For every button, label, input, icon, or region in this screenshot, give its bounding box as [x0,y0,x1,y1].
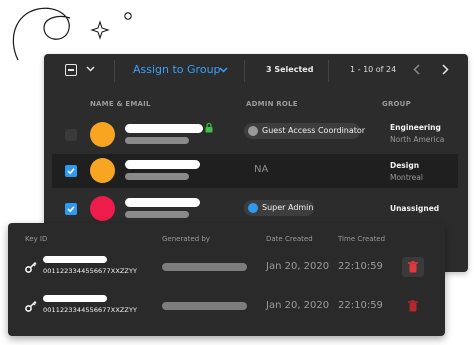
key-name-redacted [43,256,107,263]
header-time-created: Time Created [338,235,386,243]
header-generated-by: Generated by [162,235,210,243]
api-keys-card: Key ID Generated by Date Created Time Cr… [8,223,445,336]
role-badge: Super Admin [244,200,314,216]
assign-label: Assign to Group [133,63,221,76]
user-email-redacted [125,137,189,144]
assign-chevron-down-icon[interactable] [219,67,228,73]
role-dot-icon [248,126,258,136]
checkmark-icon [67,168,75,175]
header-group: GROUP [382,100,411,108]
role-label: NA [254,164,269,175]
generated-by-redacted [162,302,247,310]
group-name: Design [390,161,420,170]
role-dot-icon [248,203,258,213]
avatar [90,158,115,183]
time-created: 22:10:59 [338,261,383,272]
role-label: Guest Access Coordinator [262,126,366,135]
group-location: Montreal [390,173,423,182]
role-badge: Guest Access Coordinator [244,123,365,139]
header-date-created: Date Created [266,235,313,243]
delete-key-button[interactable] [402,296,424,316]
sparkle-icon [90,20,110,40]
toolbar-divider [328,60,329,82]
key-name-redacted [43,295,107,302]
trash-icon [408,300,418,312]
delete-key-button[interactable] [402,257,424,277]
toolbar-divider [114,60,115,82]
header-key-id: Key ID [25,235,48,243]
user-name-redacted [125,160,200,169]
group-name: Unassigned [390,204,440,213]
avatar [90,122,115,147]
user-name-redacted [125,124,203,133]
trash-icon [408,261,418,273]
generated-by-redacted [162,263,247,271]
table-row[interactable]: Super Admin Unassigned [52,192,458,226]
header-name-email: NAME & EMAIL [90,100,151,108]
key-icon [25,300,37,312]
pagination-label: 1 - 10 of 24 [350,65,397,74]
chevron-left-icon[interactable] [413,64,420,75]
toolbar: Assign to Group 3 Selected 1 - 10 of 24 [44,54,468,86]
chevron-right-icon[interactable] [442,64,449,75]
group-location: North America [390,135,445,144]
user-name-redacted [125,198,200,207]
avatar [90,196,115,221]
header-admin-role: ADMIN ROLE [246,100,298,108]
chevron-down-icon[interactable] [86,66,95,72]
role-label: Super Admin [262,203,314,212]
checkmark-icon [67,206,75,213]
user-email-redacted [125,211,189,218]
key-id-value: 0011223344556677XXZZYY [43,306,138,314]
date-created: Jan 20, 2020 [266,300,330,311]
small-circle-icon [124,12,132,20]
row-checkbox[interactable] [65,129,77,141]
lock-icon [205,123,213,133]
decorative-doodle [12,7,132,60]
select-all-checkbox[interactable] [65,64,77,76]
selected-count: 3 Selected [266,65,314,74]
time-created: 22:10:59 [338,300,383,311]
toolbar-divider [244,60,245,82]
table-row[interactable]: NA Design Montreal [52,154,458,188]
key-id-value: 0011223344556677XXZZYY [43,267,138,275]
table-row[interactable]: Guest Access Coordinator Engineering Nor… [52,118,458,152]
row-checkbox[interactable] [65,203,77,215]
assign-to-group-button[interactable]: Assign to Group [133,63,221,76]
key-icon [25,261,37,273]
row-checkbox[interactable] [65,165,77,177]
user-email-redacted [125,173,189,180]
date-created: Jan 20, 2020 [266,261,330,272]
group-name: Engineering [390,123,441,132]
